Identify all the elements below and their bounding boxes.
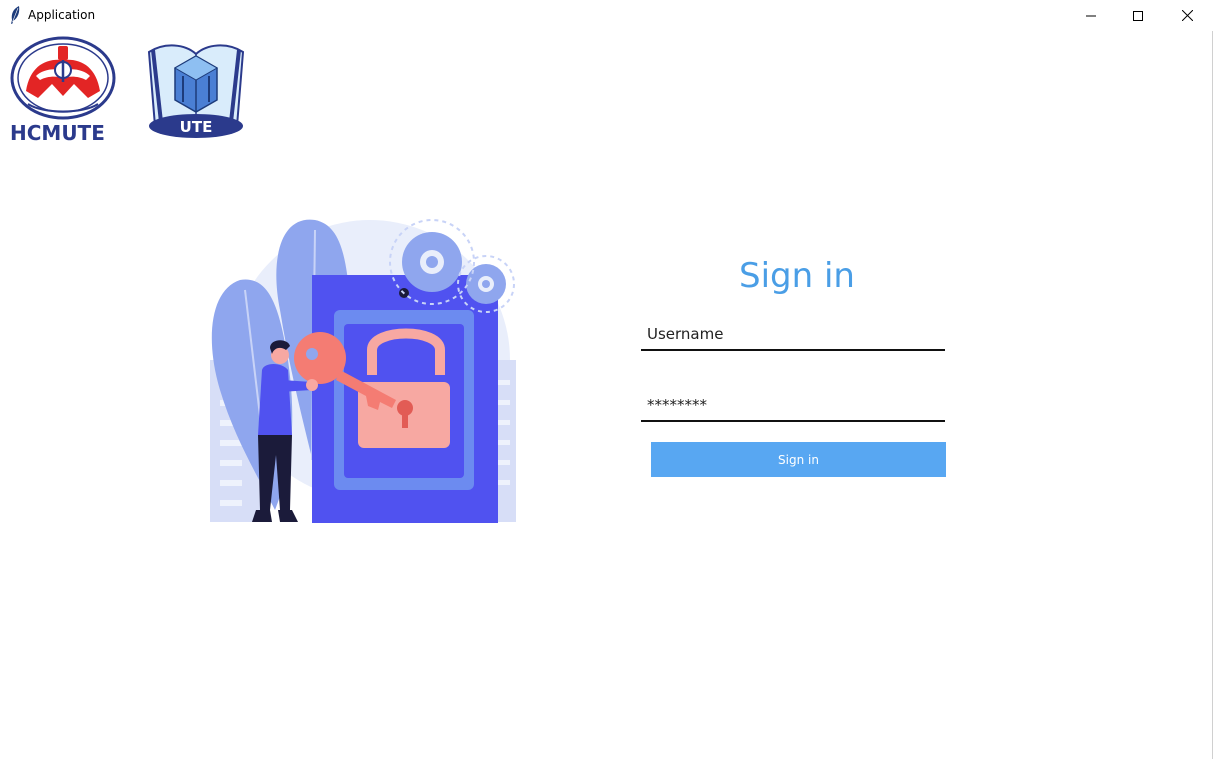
window-title: Application [28, 8, 96, 22]
close-button[interactable] [1164, 0, 1210, 31]
feather-icon [11, 6, 20, 24]
minimize-icon [1086, 15, 1096, 16]
signin-title: Sign in [739, 256, 855, 296]
close-icon [1181, 10, 1193, 21]
security-illustration [210, 219, 516, 523]
signin-button[interactable]: Sign in [651, 442, 946, 477]
hcmute-logo-text: HCMUTE [10, 121, 105, 145]
title-bar[interactable]: Application [0, 0, 1213, 31]
ute-logo-text: UTE [180, 118, 213, 136]
ute-logo: UTE [147, 44, 245, 138]
maximize-icon [1133, 10, 1143, 21]
password-field[interactable] [641, 390, 945, 422]
minimize-button[interactable] [1068, 0, 1114, 31]
maximize-button[interactable] [1115, 0, 1161, 31]
application-window: Application HCMUTE UTE Sign in Username … [0, 0, 1213, 759]
username-field[interactable] [641, 319, 945, 351]
